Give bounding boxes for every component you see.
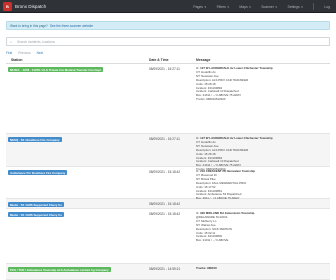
pager-first[interactable]: First [6,51,12,55]
chevron-down-icon: ▼ [248,5,252,9]
station-badge[interactable]: PCS / TCR / Ambulance Township ALS Ambul… [8,267,111,272]
table-row[interactable]: Ambulance 53 / Bowthere Fire Company 08/0… [6,167,330,204]
table-row[interactable]: Medic - 53 / EMS Supported Chevy Co 08/09… [6,209,330,264]
search-placeholder: Search incidents, locations [17,39,55,44]
search-input[interactable]: ⌕ Search incidents, locations [6,37,330,46]
row-date: 08/09/2021 - 15:18:42 [149,212,181,216]
nav-scanner-label: Scanner [261,4,274,9]
dispatch-table: Station Date & Time Message [6,57,330,64]
column-header-date: Date & Time [149,58,169,62]
alert-link[interactable]: See the three-scanner website [50,24,93,28]
row-date: 08/09/2021 - 15:18:42 [149,202,181,206]
column-header-station: Station [11,58,23,62]
info-alert: Want to bring in this page? See the thre… [6,21,330,30]
nav-scanner[interactable]: Scanner▼ [261,5,277,9]
nav-divider [313,3,315,10]
top-navbar: B Bronx Dispatch Pages▼ Filters▼ Maps▼ S… [0,0,336,13]
search-icon: ⌕ [10,39,13,44]
chevron-down-icon: ▼ [204,5,207,9]
table-row[interactable]: Medic - 53 / EMS Supported Chevy Co 08/09… [6,199,330,209]
table-row[interactable]: MUSCL - 3258 - 31258 / ALS Private Car M… [6,64,330,134]
station-badge[interactable]: NESQ - 53 / Bowthere Fire Company [8,137,62,142]
nav-log[interactable]: Log [324,5,330,9]
chevron-down-icon: ▼ [300,5,304,9]
column-header-message: Message [196,58,211,62]
chevron-down-icon: ▼ [226,5,230,9]
row-date: 08/09/2021 - 15:27:11 [149,137,180,141]
pager-next[interactable]: Next [37,51,44,55]
message-line: Trucks: 968016 [196,266,217,270]
logo-icon: B [3,2,12,11]
station-badge[interactable]: Medic - 53 / EMS Supported Chevy Co [8,212,65,217]
table-row[interactable]: NESQ - 53 / Bowthere Fire Company 08/09/2… [6,134,330,171]
table-header: Station Date & Time Message [6,57,330,64]
row-date: 08/09/2021 - 15:27:11 [149,67,180,71]
brand-name: Bronx Dispatch [15,4,47,9]
table-row[interactable]: PCS / TCR / Ambulance Township ALS Ambul… [6,264,330,280]
station-badge[interactable]: MUSCL - 3258 - 31258 / ALS Private Car M… [8,67,103,72]
nav-pages-label: Pages [193,4,203,9]
nav-maps[interactable]: Maps▼ [239,5,251,9]
nav-filters[interactable]: Filters▼ [217,5,230,9]
message-line: Trucks: 968016510200 [196,97,226,102]
nav-pages[interactable]: Pages▼ [193,5,206,9]
nav-menu: Pages▼ Filters▼ Maps▼ Scanner▼ Settings▼… [183,0,330,13]
pagination: First Previous Next [6,51,49,55]
alert-text: Want to bring in this page? [10,23,48,28]
message-line: Box: 21011 / - / 0 ABOVE [196,238,229,243]
row-message: 4 : 900 MIDLAND Rd Jamestown Township @DE… [196,211,254,243]
nav-settings[interactable]: Settings▼ [287,5,303,9]
station-badge[interactable]: Ambulance 53 / Bowthere Fire Company [8,170,68,175]
pager-previous[interactable]: Previous [18,51,30,55]
nav-settings-label: Settings [287,4,300,9]
chevron-down-icon: ▼ [274,5,278,9]
brand[interactable]: B Bronx Dispatch [3,2,46,11]
row-date: 08/09/2021 - 14:59:21 [149,267,181,271]
row-message: Trucks: 968016 [196,266,217,271]
nav-maps-label: Maps [239,4,248,9]
station-badge[interactable]: Medic - 53 / EMS Supported Chevy Co [8,202,65,207]
row-message: 4 : 127 W LAUDERDALE Av Lower Chichester… [196,66,273,102]
row-date: 08/09/2021 - 15:18:42 [149,170,181,174]
nav-filters-label: Filters [216,4,226,9]
